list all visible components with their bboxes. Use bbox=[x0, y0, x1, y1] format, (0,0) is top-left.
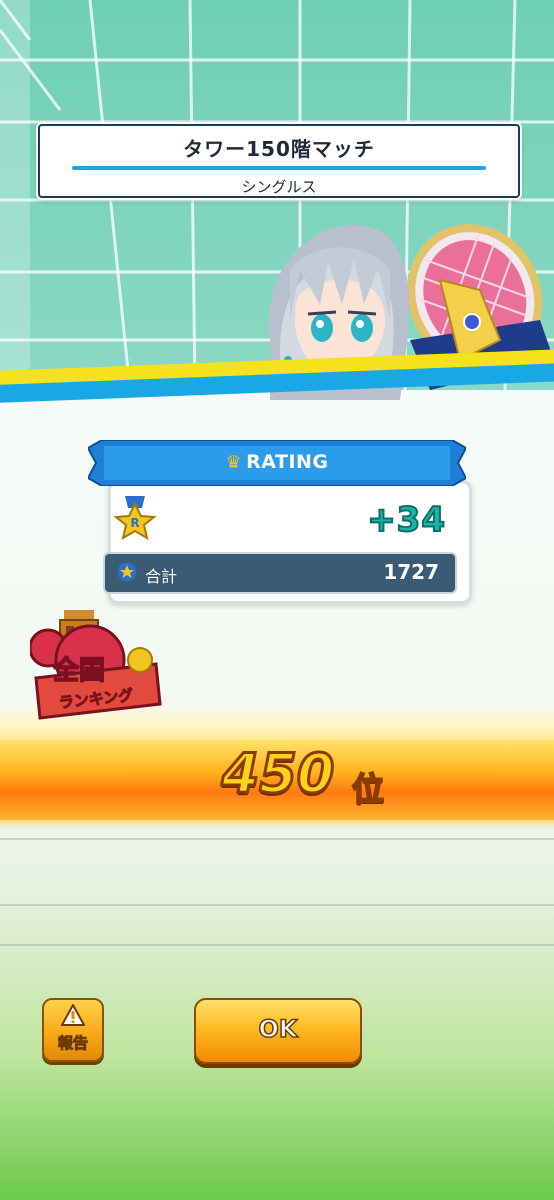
total-label: 合計 bbox=[145, 567, 178, 586]
match-title: タワー150階マッチ bbox=[183, 137, 375, 161]
national-rank-unit: 位 bbox=[351, 769, 385, 809]
rating-medal-icon: R bbox=[113, 496, 157, 541]
court-line bbox=[0, 838, 554, 840]
report-button[interactable]: 報告 bbox=[42, 998, 104, 1062]
national-rank-value: 450 bbox=[220, 741, 336, 807]
match-mode: シングルス bbox=[241, 178, 317, 196]
rating-delta: +34 bbox=[366, 499, 446, 541]
medal-letter: R bbox=[130, 516, 139, 530]
warning-icon bbox=[61, 1004, 85, 1026]
rating-label: RATING bbox=[246, 451, 329, 473]
badge-line-1: 全国 bbox=[52, 655, 106, 687]
report-label: 報告 bbox=[57, 1034, 88, 1053]
crown-icon: ♛ bbox=[225, 452, 243, 473]
rating-total-bar: 合計 1727 bbox=[103, 552, 457, 594]
total-value: 1727 bbox=[383, 560, 439, 584]
ok-label: OK bbox=[258, 1014, 299, 1044]
ok-button[interactable]: OK bbox=[194, 998, 362, 1064]
title-divider bbox=[72, 166, 486, 170]
result-screen: タワー150階マッチ シングルス ♛ RATING R +34 合計 1727 4… bbox=[0, 0, 554, 1200]
court-line bbox=[0, 904, 554, 906]
star-icon bbox=[117, 562, 137, 582]
rating-banner: ♛ RATING bbox=[88, 440, 466, 486]
match-title-card: タワー150階マッチ シングルス bbox=[38, 124, 520, 198]
court-line bbox=[0, 944, 554, 946]
